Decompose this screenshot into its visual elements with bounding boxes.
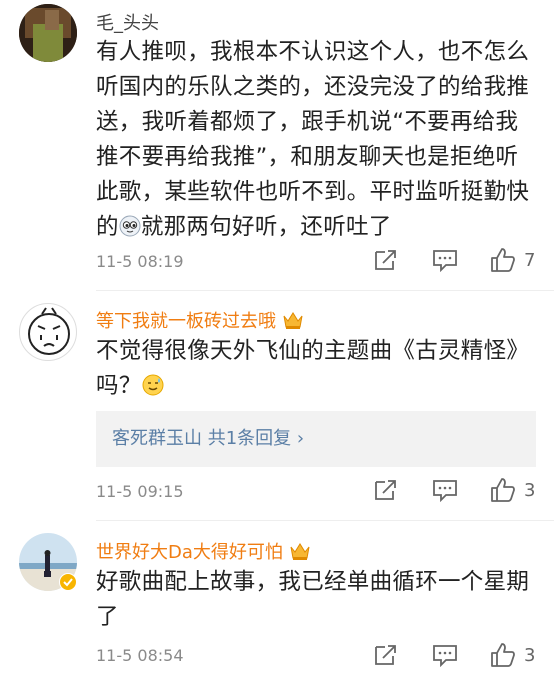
like-count: 3 xyxy=(524,479,536,501)
avatar[interactable] xyxy=(19,303,77,361)
share-icon xyxy=(375,480,396,500)
user-name[interactable]: 等下我就一板砖过去哦 xyxy=(96,307,304,333)
like-icon xyxy=(491,248,515,272)
like-count: 3 xyxy=(524,644,536,666)
share-icon xyxy=(375,645,396,665)
chevron-right-icon: › xyxy=(296,428,305,449)
divider xyxy=(96,290,554,291)
user-name-text: 等下我就一板砖过去哦 xyxy=(96,311,276,332)
reply-link[interactable]: 客死群玉山 共1条回复 › xyxy=(112,411,304,467)
comment-text: 不觉得很像天外飞仙的主题曲《古灵精怪》 吗？ xyxy=(96,334,536,407)
comment-line: 的就那两句好听，还听吐了 xyxy=(96,210,536,248)
comment-button[interactable] xyxy=(432,478,458,502)
comment-icon xyxy=(433,250,457,272)
comment-line: 不觉得很像天外飞仙的主题曲《古灵精怪》 xyxy=(96,338,530,364)
timestamp: 11-5 08:19 xyxy=(96,252,184,271)
comment-line: 推不要再给我推”，和朋友聊天也是拒绝听 xyxy=(96,144,519,170)
like-button[interactable]: 3 xyxy=(490,642,535,668)
comment-line: 好歌曲配上故事，我已经单曲循环一个星期 xyxy=(96,569,530,595)
avatar[interactable] xyxy=(19,4,77,62)
timestamp: 11-5 08:54 xyxy=(96,646,184,665)
comment-text-part: 吗？ xyxy=(96,373,142,399)
user-name-text: 世界好大Da大得好可怕 xyxy=(96,542,283,563)
user-name[interactable]: 世界好大Da大得好可怕 xyxy=(96,538,311,564)
comment-text: 好歌曲配上故事，我已经单曲循环一个星期 了 xyxy=(96,565,536,635)
share-button[interactable] xyxy=(373,643,399,667)
share-button[interactable] xyxy=(373,478,399,502)
like-count: 7 xyxy=(524,249,536,271)
like-icon xyxy=(491,643,515,667)
comment-text-part: 的 xyxy=(96,214,119,240)
crown-icon xyxy=(282,310,304,330)
eyes-emoji xyxy=(119,213,141,248)
like-button[interactable]: 7 xyxy=(490,247,535,273)
comment-button[interactable] xyxy=(432,643,458,667)
comment-text-part: 就那两句好听，还听吐了 xyxy=(140,214,392,240)
comment-line: 听国内的乐队之类的，还没完没了的给我推 xyxy=(96,74,530,100)
verified-badge-icon xyxy=(59,573,77,591)
divider xyxy=(96,520,554,521)
timestamp: 11-5 09:15 xyxy=(96,482,184,501)
comment-icon xyxy=(433,480,457,502)
comment-icon xyxy=(433,645,457,667)
user-name[interactable]: 毛_头头 xyxy=(96,9,159,35)
comment-line: 吗？ xyxy=(96,369,536,407)
comment-line: 此歌，某些软件也听不到。平时监听挺勤快 xyxy=(96,179,530,205)
sweat-smile-emoji xyxy=(142,372,164,407)
comment-button[interactable] xyxy=(432,248,458,272)
crown-icon xyxy=(289,541,311,561)
like-button[interactable]: 3 xyxy=(490,477,535,503)
reply-box[interactable]: 客死群玉山 共1条回复 › xyxy=(96,411,536,467)
share-icon xyxy=(375,250,396,270)
comment-line: 了 xyxy=(96,604,119,630)
comment-line: 有人推呗，我根本不认识这个人，也不怎么 xyxy=(96,39,530,65)
reply-link-text: 客死群玉山 共1条回复 xyxy=(112,428,297,449)
share-button[interactable] xyxy=(373,248,399,272)
like-icon xyxy=(491,478,515,502)
comment-text: 有人推呗，我根本不认识这个人，也不怎么 听国内的乐队之类的，还没完没了的给我推 … xyxy=(96,35,536,248)
comment-line: 送，我听着都烦了，跟手机说“不要再给我 xyxy=(96,109,519,135)
